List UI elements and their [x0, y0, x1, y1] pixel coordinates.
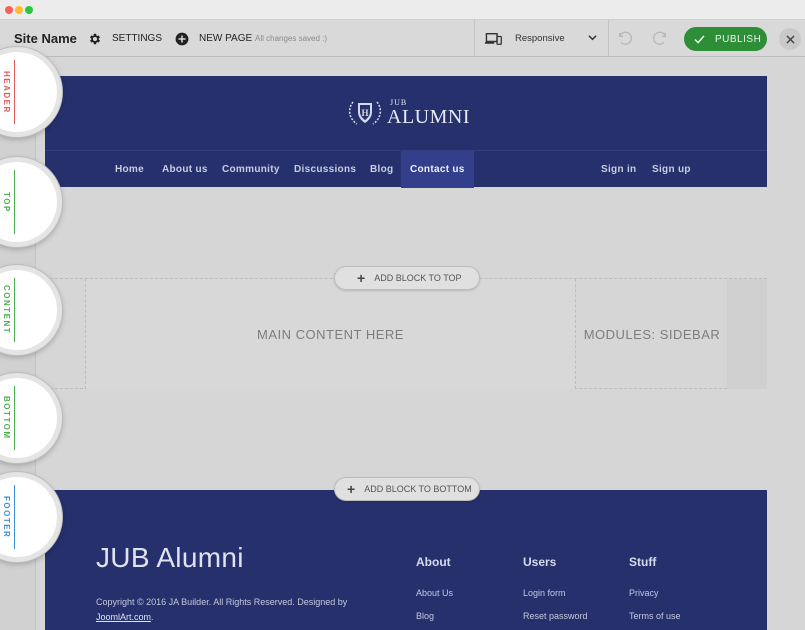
nav-item-home[interactable]: Home — [115, 151, 144, 188]
crest-icon: H — [348, 101, 382, 125]
add-block-to-top-label: ADD BLOCK TO TOP — [374, 273, 462, 283]
section-tab-label: HEADER — [0, 60, 15, 124]
top-block-zone[interactable] — [45, 187, 767, 278]
new-page-button[interactable]: NEW PAGE — [175, 20, 252, 57]
nav-item-sign-in[interactable]: Sign in — [601, 151, 636, 188]
site-header[interactable]: H JUB ALUMNI — [45, 76, 767, 151]
footer-column-users: Users Login form Reset password — [523, 555, 588, 630]
footer-link-about-us[interactable]: About Us — [416, 588, 453, 598]
designer-link[interactable]: JoomlArt.com — [96, 612, 151, 622]
minimize-window-icon[interactable] — [15, 6, 23, 14]
responsive-select[interactable]: Responsive — [474, 20, 609, 57]
plus-circle-icon — [175, 32, 189, 45]
svg-text:H: H — [361, 108, 368, 118]
nav-item-blog[interactable]: Blog — [370, 151, 393, 188]
footer-column-title: About — [416, 555, 451, 569]
sidebar-modules-placeholder[interactable]: MODULES: SIDEBAR — [577, 279, 727, 389]
add-block-to-bottom-button[interactable]: + ADD BLOCK TO BOTTOM — [334, 477, 480, 501]
section-tab-label: CONTENT — [0, 278, 15, 342]
footer-brand: JUB Alumni — [96, 542, 244, 573]
logo-big-text: ALUMNI — [387, 106, 470, 128]
check-icon — [694, 34, 705, 44]
redo-icon[interactable] — [652, 31, 668, 47]
content-block-zone: MAIN CONTENT HERE MODULES: SIDEBAR — [45, 279, 767, 389]
footer-link-reset-password[interactable]: Reset password — [523, 611, 588, 621]
main-nav: Home About us Community Discussions Blog… — [45, 150, 767, 188]
chevron-down-icon — [588, 35, 597, 41]
footer-link-terms-of-use[interactable]: Terms of use — [629, 611, 681, 621]
close-icon — [785, 34, 795, 44]
nav-item-discussions[interactable]: Discussions — [294, 151, 356, 188]
close-button[interactable] — [779, 28, 801, 50]
site-footer[interactable]: JUB Alumni Copyright © 2016 JA Builder. … — [45, 490, 767, 630]
footer-link-privacy[interactable]: Privacy — [629, 588, 681, 598]
site-logo[interactable]: H JUB ALUMNI — [347, 98, 470, 128]
add-block-to-top-button[interactable]: + ADD BLOCK TO TOP — [334, 266, 480, 290]
section-tab-label: FOOTER — [0, 485, 15, 549]
nav-item-contact-us[interactable]: Contact us — [401, 151, 474, 188]
copyright-suffix: . — [151, 612, 154, 622]
nav-item-community[interactable]: Community — [222, 151, 280, 188]
site-name[interactable]: Site Name — [14, 31, 77, 46]
page-canvas: H JUB ALUMNI Home About us Community Dis… — [45, 58, 805, 630]
save-status: All changes saved :) — [255, 34, 328, 43]
gear-icon — [89, 33, 101, 44]
footer-link-login-form[interactable]: Login form — [523, 588, 588, 598]
builder-toolbar: Site Name SETTINGS NEW PAGE All changes … — [0, 20, 805, 57]
footer-column-stuff: Stuff Privacy Terms of use — [629, 555, 681, 630]
new-page-label: NEW PAGE — [199, 33, 253, 44]
content-right-gutter — [727, 279, 767, 389]
copyright-text: Copyright © 2016 JA Builder. All Rights … — [96, 597, 348, 607]
section-tab-label: TOP — [0, 170, 15, 234]
window-titlebar — [0, 0, 805, 20]
add-block-to-bottom-label: ADD BLOCK TO BOTTOM — [364, 484, 472, 494]
footer-column-title: Stuff — [629, 555, 657, 569]
undo-icon[interactable] — [617, 31, 633, 47]
settings-button[interactable]: SETTINGS — [88, 20, 162, 57]
plus-icon: + — [357, 270, 366, 286]
publish-label: PUBLISH — [715, 33, 762, 45]
footer-link-blog[interactable]: Blog — [416, 611, 453, 621]
settings-label: SETTINGS — [112, 33, 163, 44]
footer-column-title: Users — [523, 555, 557, 569]
devices-icon — [485, 32, 502, 45]
footer-copyright: Copyright © 2016 JA Builder. All Rights … — [96, 595, 366, 625]
publish-button[interactable]: PUBLISH — [684, 27, 767, 51]
close-window-icon[interactable] — [5, 6, 13, 14]
responsive-label: Responsive — [515, 33, 565, 44]
footer-column-about: About About Us Blog — [416, 555, 453, 630]
nav-item-about-us[interactable]: About us — [162, 151, 208, 188]
nav-item-sign-up[interactable]: Sign up — [652, 151, 691, 188]
section-tab-label: BOTTOM — [0, 386, 15, 450]
plus-icon: + — [347, 481, 356, 497]
zoom-window-icon[interactable] — [25, 6, 33, 14]
main-content-placeholder[interactable]: MAIN CONTENT HERE — [85, 279, 576, 389]
